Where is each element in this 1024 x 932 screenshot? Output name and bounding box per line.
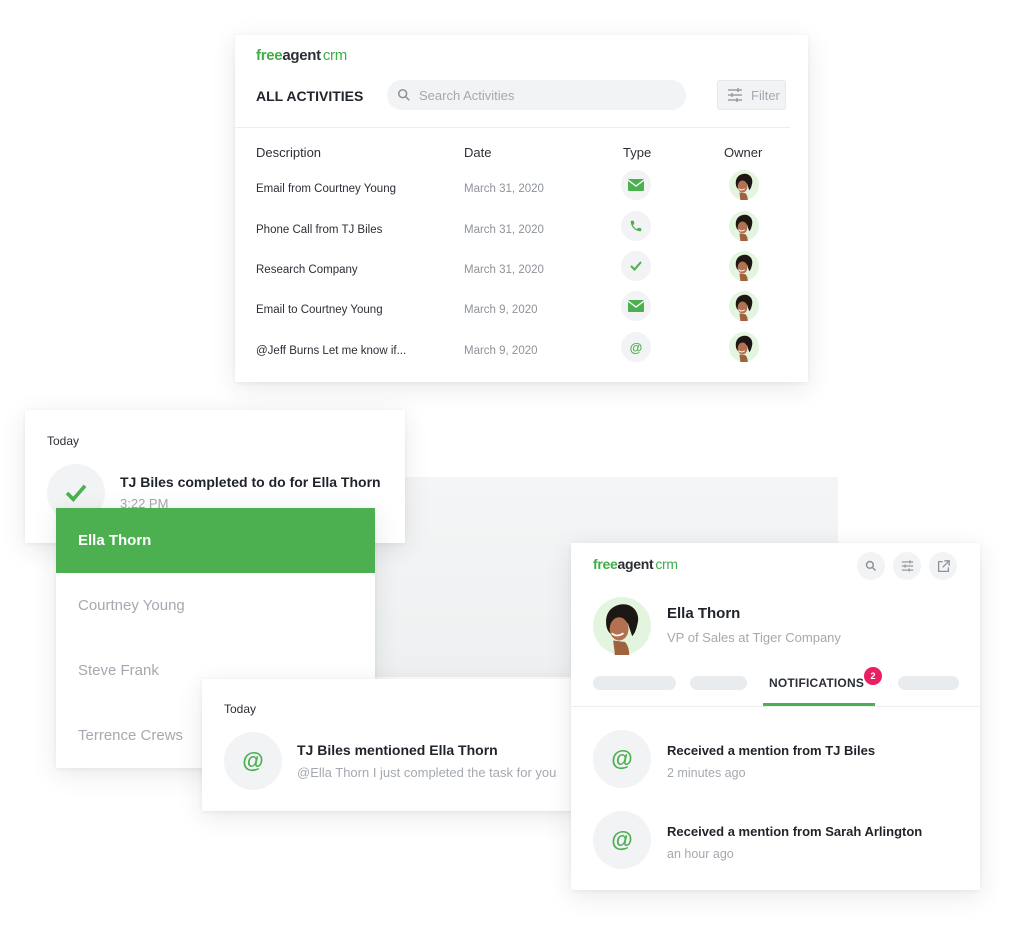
table-row[interactable]: Research Company March 31, 2020 xyxy=(235,251,808,297)
filter-button[interactable]: Filter xyxy=(717,80,786,110)
notification-badge: 2 xyxy=(864,667,882,685)
table-row[interactable]: @Jeff Burns Let me know if... March 9, 2… xyxy=(235,332,808,378)
column-header-owner[interactable]: Owner xyxy=(724,145,762,160)
mention-title: TJ Biles mentioned Ella Thorn xyxy=(297,742,498,758)
search-input[interactable]: Search Activities xyxy=(387,80,686,110)
check-icon xyxy=(65,484,87,502)
page-title: ALL ACTIVITIES xyxy=(256,88,364,104)
owner-avatar xyxy=(729,291,759,321)
notification-item[interactable]: @ Received a mention from Sarah Arlingto… xyxy=(571,811,980,881)
table-row[interactable]: Email to Courtney Young March 9, 2020 xyxy=(235,291,808,337)
owner-avatar xyxy=(729,332,759,362)
freeagent-logo: freeagent crm xyxy=(256,47,347,64)
profile-role: VP of Sales at Tiger Company xyxy=(667,630,841,645)
owner-avatar xyxy=(729,170,759,200)
at-circle: @ xyxy=(593,811,651,869)
divider xyxy=(235,127,790,128)
phone-icon xyxy=(621,211,651,241)
check-icon xyxy=(621,251,651,281)
tab-notifications[interactable]: NOTIFICATIONS xyxy=(769,676,864,690)
profile-avatar xyxy=(593,597,651,655)
open-external-button[interactable] xyxy=(929,552,957,580)
contact-item[interactable]: Courtney Young xyxy=(56,573,375,638)
search-placeholder: Search Activities xyxy=(419,87,515,103)
profile-card: freeagent crm Ella Thorn VP of Sales at T… xyxy=(571,543,980,890)
at-circle: @ xyxy=(224,732,282,790)
table-row[interactable]: Phone Call from TJ Biles March 31, 2020 xyxy=(235,211,808,257)
owner-avatar xyxy=(729,211,759,241)
email-icon xyxy=(621,170,651,200)
profile-name: Ella Thorn xyxy=(667,605,741,622)
table-row[interactable]: Email from Courtney Young March 31, 2020 xyxy=(235,170,808,216)
at-icon: @ xyxy=(611,827,633,852)
email-icon xyxy=(621,291,651,321)
activity-title: TJ Biles completed to do for Ella Thorn xyxy=(120,474,381,490)
sliders-icon xyxy=(901,560,913,572)
sliders-icon xyxy=(728,88,742,102)
search-button[interactable] xyxy=(857,552,885,580)
tab-placeholder[interactable] xyxy=(593,676,676,690)
section-label: Today xyxy=(47,434,80,448)
owner-avatar xyxy=(729,251,759,281)
mention-card: Today @ TJ Biles mentioned Ella Thorn @E… xyxy=(202,679,580,811)
section-label: Today xyxy=(224,702,257,716)
at-circle: @ xyxy=(593,730,651,788)
tab-placeholder[interactable] xyxy=(690,676,747,690)
at-icon: @ xyxy=(242,748,264,773)
activities-card: freeagent crm ALL ACTIVITIES Search Activ… xyxy=(235,35,808,382)
divider xyxy=(571,706,980,707)
search-icon xyxy=(865,560,877,572)
tab-placeholder[interactable] xyxy=(898,676,959,690)
column-header-type[interactable]: Type xyxy=(623,145,651,160)
notification-item[interactable]: @ Received a mention from TJ Biles 2 min… xyxy=(571,730,980,800)
contact-item[interactable]: Ella Thorn xyxy=(56,508,375,573)
column-header-date[interactable]: Date xyxy=(464,145,491,160)
external-link-icon xyxy=(937,559,950,572)
search-icon xyxy=(397,88,410,101)
mention-preview: @Ella Thorn I just completed the task fo… xyxy=(297,765,557,780)
at-icon: @ xyxy=(611,746,633,771)
at-icon: @ xyxy=(621,332,651,362)
settings-button[interactable] xyxy=(893,552,921,580)
freeagent-logo: freeagent crm xyxy=(593,556,678,572)
column-header-description[interactable]: Description xyxy=(256,145,321,160)
